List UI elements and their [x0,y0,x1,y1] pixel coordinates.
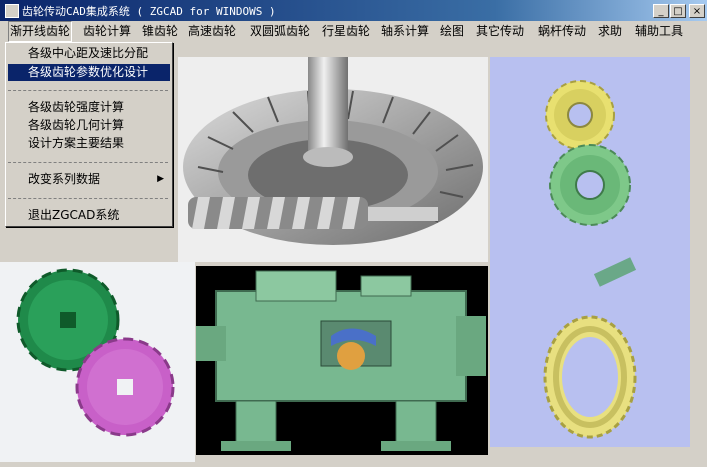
involute-gear-dropdown: 各级中心距及速比分配 各级齿轮参数优化设计 各级齿轮强度计算 各级齿轮几何计算 … [5,42,173,227]
menu-gear-geometry-calc[interactable]: 各级齿轮几何计算 [8,117,170,134]
menu-gear-calc[interactable]: 齿轮计算 [83,21,131,42]
green-magenta-gears-image [0,262,195,462]
menu-shaft-calc[interactable]: 轴系计算 [381,21,429,42]
menu-high-speed-gear[interactable]: 高速齿轮 [188,21,236,42]
app-window: 齿轮传动CAD集成系统 ( ZGCAD for WINDOWS ) _ □ × … [0,0,707,467]
spur-gears-pair-image [490,57,690,247]
menu-double-arc-gear[interactable]: 双圆弧齿轮 [250,21,310,42]
title-bar[interactable]: 齿轮传动CAD集成系统 ( ZGCAD for WINDOWS ) _ □ × [0,0,707,21]
menu-separator [8,90,168,91]
minimize-button[interactable]: _ [653,4,669,18]
menu-design-results[interactable]: 设计方案主要结果 [8,135,170,152]
menu-other-drives[interactable]: 其它传动 [476,21,524,42]
menu-aux-tools[interactable]: 辅助工具 [635,21,683,42]
menu-planetary-gear[interactable]: 行星齿轮 [322,21,370,42]
menu-separator [8,162,168,163]
window-title: 齿轮传动CAD集成系统 ( ZGCAD for WINDOWS ) [22,5,276,18]
menu-worm-drive[interactable]: 蜗杆传动 [538,21,586,42]
menu-bevel-gear[interactable]: 锥齿轮 [142,21,178,42]
menu-gear-strength-calc[interactable]: 各级齿轮强度计算 [8,99,170,116]
app-icon [5,4,19,18]
menu-involute-gear[interactable]: 渐开线齿轮 [8,21,73,42]
worm-wheel-image [490,247,690,447]
bevel-gear-worm-image [178,57,488,262]
menu-change-series-data[interactable]: 改变系列数据 ▶ [8,171,170,188]
menu-bar: 渐开线齿轮 齿轮计算 锥齿轮 高速齿轮 双圆弧齿轮 行星齿轮 轴系计算 绘图 其… [0,21,707,42]
menu-exit-system[interactable]: 退出ZGCAD系统 [8,207,170,224]
menu-help[interactable]: 求助 [598,21,622,42]
menu-center-distance-ratio[interactable]: 各级中心距及速比分配 [8,45,170,62]
maximize-button[interactable]: □ [670,4,686,18]
menu-gear-param-optimization[interactable]: 各级齿轮参数优化设计 [8,64,170,81]
gearbox-cutaway-image [196,266,488,455]
close-button[interactable]: × [689,4,705,18]
menu-separator [8,198,168,199]
submenu-arrow-icon: ▶ [157,174,164,184]
menu-drawing[interactable]: 绘图 [440,21,464,42]
